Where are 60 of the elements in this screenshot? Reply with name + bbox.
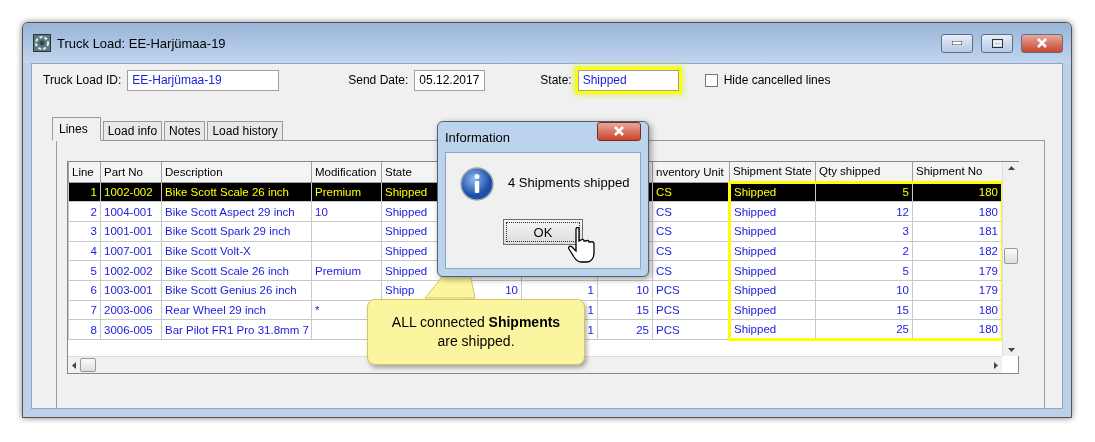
hand-cursor-icon bbox=[568, 227, 596, 265]
dialog-title: Information bbox=[445, 129, 511, 145]
column-header[interactable]: Shipment State bbox=[729, 162, 816, 182]
maximize-button[interactable] bbox=[981, 33, 1013, 53]
column-header[interactable]: Part No bbox=[100, 162, 162, 182]
close-icon bbox=[1036, 38, 1048, 48]
dialog-message: 4 Shipments shipped bbox=[508, 175, 630, 190]
column-header[interactable]: Qty shipped bbox=[815, 162, 913, 182]
table-cell: Shipped bbox=[729, 280, 816, 301]
tab[interactable]: Notes bbox=[164, 121, 206, 141]
table-cell: 2 bbox=[68, 201, 101, 222]
window-icon bbox=[33, 34, 51, 52]
field-label: State: bbox=[540, 73, 572, 87]
column-header[interactable]: Modification bbox=[311, 162, 382, 182]
info-icon bbox=[460, 167, 494, 201]
table-cell: 5 bbox=[68, 260, 101, 281]
tab[interactable]: Load info bbox=[102, 121, 163, 141]
table-cell: Shipped bbox=[729, 300, 816, 320]
minimize-icon bbox=[952, 41, 962, 45]
table-cell: Shipped bbox=[729, 260, 816, 281]
state-field[interactable]: Shipped bbox=[577, 69, 679, 91]
table-cell: Shipped bbox=[729, 221, 816, 242]
down-arrow-icon bbox=[1007, 348, 1015, 352]
truck-load-id-field[interactable]: EE-Harjümaa-19 bbox=[127, 69, 280, 91]
window-title: Truck Load: EE-Harjümaa-19 bbox=[57, 35, 227, 51]
table-cell: Shipped bbox=[729, 201, 816, 222]
table-cell: Shipped bbox=[729, 319, 816, 340]
table-cell: 6 bbox=[68, 280, 101, 301]
checkbox-label: Hide cancelled lines bbox=[723, 73, 831, 87]
column-header[interactable]: nventory Unit bbox=[652, 162, 730, 182]
tab[interactable]: Lines bbox=[52, 117, 101, 141]
close-icon bbox=[613, 126, 625, 136]
tab[interactable]: Load history bbox=[207, 121, 283, 141]
left-arrow-icon bbox=[72, 361, 76, 369]
close-button[interactable] bbox=[597, 121, 641, 141]
scroll-thumb[interactable] bbox=[1004, 248, 1018, 264]
column-header[interactable]: Shipment No bbox=[912, 162, 1003, 182]
ok-button[interactable]: OK bbox=[503, 219, 583, 245]
table-cell: Shipped bbox=[729, 182, 816, 202]
column-header[interactable]: Description bbox=[161, 162, 312, 182]
maximize-icon bbox=[991, 38, 1003, 48]
scroll-thumb[interactable] bbox=[80, 358, 96, 372]
table-cell: 5 bbox=[815, 182, 913, 202]
close-button[interactable] bbox=[1021, 33, 1063, 53]
checkbox[interactable] bbox=[704, 73, 718, 87]
table-cell: 7 bbox=[68, 300, 101, 320]
field-label: Truck Load ID: bbox=[43, 73, 122, 87]
table-cell: Shipped bbox=[729, 241, 816, 261]
table-cell: 3 bbox=[68, 221, 101, 242]
table-cell: 180 bbox=[912, 182, 1003, 202]
table-cell: 8 bbox=[68, 319, 101, 340]
table-cell: 4 bbox=[68, 241, 101, 261]
column-header[interactable]: Line bbox=[68, 162, 101, 182]
vertical-scrollbar[interactable] bbox=[1002, 162, 1019, 356]
minimize-button[interactable] bbox=[941, 33, 973, 53]
table-cell: 1 bbox=[68, 182, 101, 202]
right-arrow-icon bbox=[994, 361, 998, 369]
send-date-field[interactable]: 05.12.2017 bbox=[414, 69, 486, 91]
field-label: Send Date: bbox=[348, 73, 409, 87]
up-arrow-icon bbox=[1007, 166, 1015, 170]
